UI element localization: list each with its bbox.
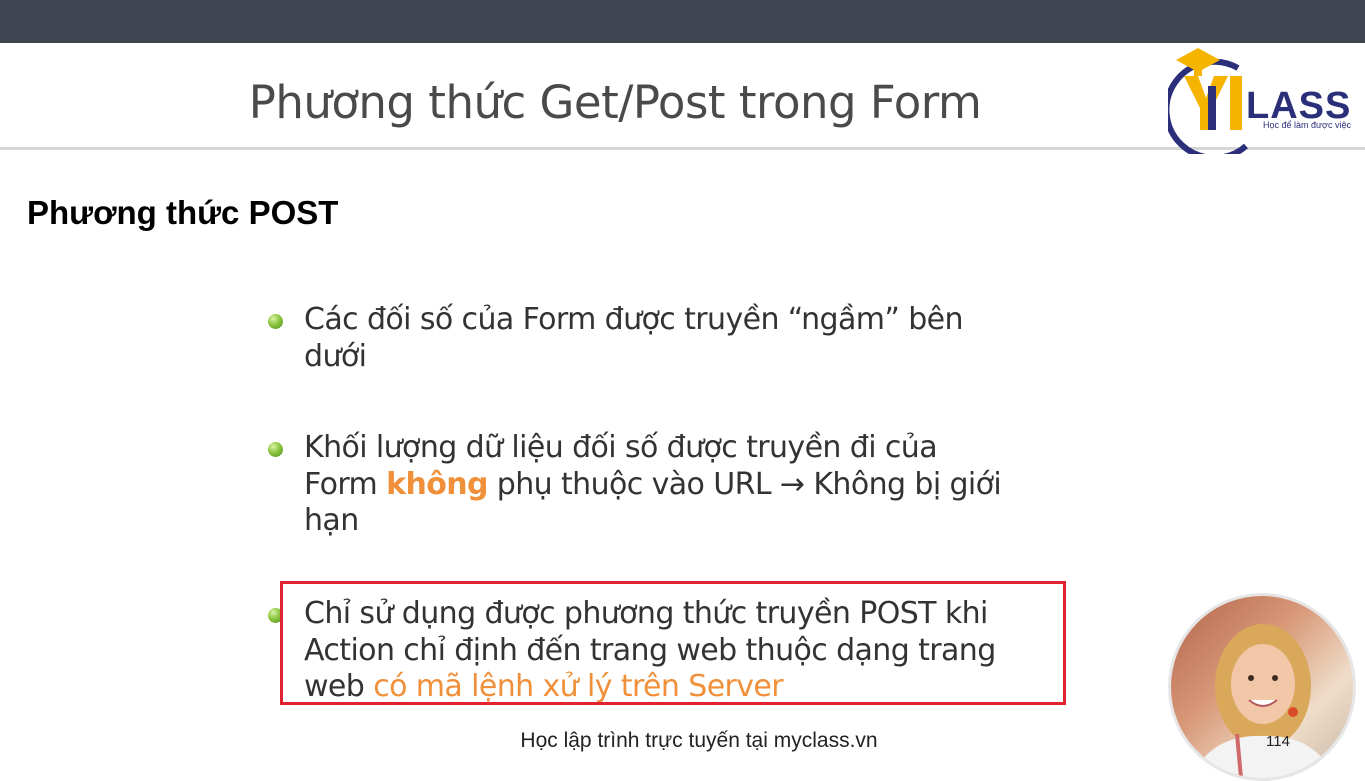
- myclass-logo: LASS Học để làm được việc: [1163, 46, 1360, 161]
- bullet-2-line-3: hạn: [304, 503, 359, 538]
- bullet-2-line-2-suffix: phụ thuộc vào URL → Không bị giới: [487, 466, 1002, 502]
- logo-tagline: Học để làm được việc: [1263, 120, 1351, 130]
- logo-graphic: LASS Học để làm được việc: [1163, 48, 1351, 161]
- presenter-avatar-icon: [1191, 624, 1335, 778]
- page-number: 114: [1266, 733, 1290, 750]
- bullet-1-line-2: dưới: [304, 338, 367, 374]
- green-bullet-icon: [268, 314, 283, 329]
- section-heading: Phương thức POST: [27, 194, 339, 231]
- presenter-webcam: [1168, 593, 1356, 781]
- bullet-2-line-2-prefix: Form: [304, 466, 387, 502]
- top-bar: [0, 0, 1365, 43]
- slide-footer: Học lập trình trực tuyến tại myclass.vn: [520, 729, 878, 752]
- emphasis-khong: không: [386, 466, 488, 502]
- title-divider: [0, 147, 1365, 150]
- bullet-2-line-1: Khối lượng dữ liệu đối số được truyền đi…: [304, 430, 938, 465]
- highlight-box: [280, 581, 1066, 705]
- slide-title: Phương thức Get/Post trong Form: [248, 76, 982, 129]
- green-bullet-icon: [268, 442, 283, 457]
- bullet-2-line-2: Form không phụ thuộc vào URL → Không bị …: [304, 467, 1064, 504]
- bullet-1-line-1: Các đối số của Form được truyền “ngầm” b…: [304, 302, 964, 337]
